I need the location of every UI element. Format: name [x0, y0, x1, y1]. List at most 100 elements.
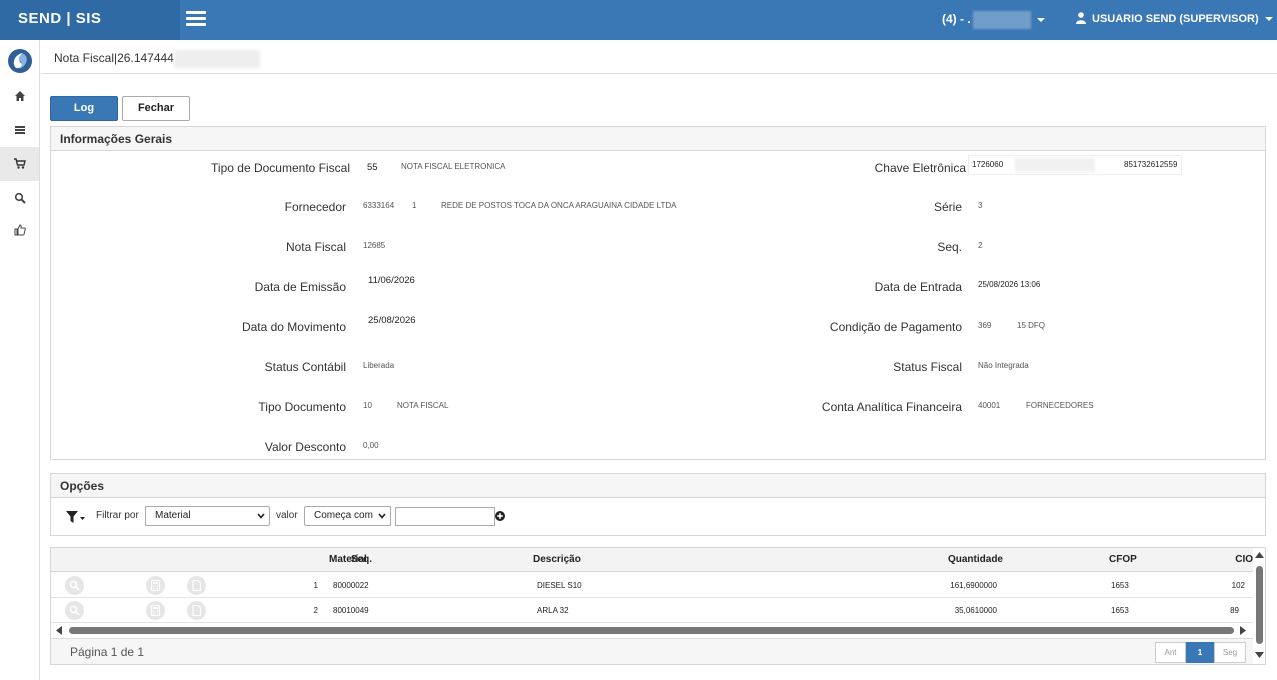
field-label: Seq.: [937, 240, 962, 254]
panel-title: Informações Gerais: [51, 127, 1265, 151]
list-icon[interactable]: [0, 113, 39, 147]
cell-quantidade: 35,0610000: [954, 606, 997, 615]
chevron-down-icon: [1036, 17, 1045, 22]
field-value: 1: [412, 201, 417, 210]
cell-seq: 2: [313, 606, 318, 615]
key-end: 851732612559: [1124, 160, 1178, 169]
field-value: 11/06/2026: [368, 275, 415, 286]
field-value: 369: [978, 321, 992, 330]
calculator-icon[interactable]: [146, 601, 165, 620]
arrow-down-icon[interactable]: [1255, 651, 1264, 659]
chevron-down-icon: [1264, 17, 1273, 22]
app-title[interactable]: SEND | SIS: [0, 0, 180, 40]
field-value: REDE DE POSTOS TOCA DA ONCA ARAGUAINA CI…: [441, 201, 677, 210]
page-info: Página 1 de 1: [70, 645, 145, 659]
field-value: 55: [367, 162, 378, 173]
user-menu[interactable]: USUARIO SEND (SUPERVISOR): [1076, 0, 1273, 40]
panel-title: Opções: [51, 474, 1265, 498]
cart-icon[interactable]: [0, 147, 39, 181]
view-icon[interactable]: [65, 576, 84, 595]
page-1-button[interactable]: 1: [1186, 642, 1214, 663]
sidebar: [0, 40, 40, 680]
arrow-right-icon[interactable]: [1239, 626, 1247, 635]
filter-by-label: Filtrar por: [96, 510, 139, 521]
grid-footer: Página 1 de 1 Ant 1 Seg: [51, 638, 1253, 664]
cell-descricao: DIESEL S10: [537, 581, 582, 590]
cell-descricao: ARLA 32: [537, 606, 569, 615]
grid-header: Seq. Material Descrição Quantidade CFOP …: [51, 548, 1253, 572]
document-icon[interactable]: [187, 601, 206, 620]
field-value: 15 DFQ: [1017, 321, 1046, 330]
prev-page-button[interactable]: Ant: [1155, 642, 1186, 663]
table-row[interactable]: 1 80000022 DIESEL S10 161,6900000 1653 1…: [51, 573, 1253, 598]
page-title-redacted: [173, 49, 260, 68]
field-label: Série: [933, 200, 962, 214]
field-value: 2: [978, 241, 983, 250]
table-row[interactable]: 2 80010049 ARLA 32 35,0610000 1653 89: [51, 598, 1253, 623]
filter-value-input[interactable]: [395, 507, 495, 526]
field-value: Não Integrada: [978, 361, 1029, 370]
field-label: Data de Emissão: [254, 280, 346, 294]
company-name-redacted: [972, 10, 1031, 29]
view-icon[interactable]: [65, 601, 84, 620]
cell-material: 80000022: [333, 581, 369, 590]
electronic-key-value: 1726060 851732612559: [968, 155, 1182, 175]
column-header-quantidade[interactable]: Quantidade: [948, 548, 1003, 572]
scrollbar-thumb[interactable]: [1256, 566, 1263, 644]
value-label: valor: [276, 510, 298, 521]
field-value: NOTA FISCAL: [397, 401, 449, 410]
filter-field-value: Material: [155, 510, 191, 521]
column-header-cfop[interactable]: CFOP: [1109, 548, 1137, 572]
cell-seq: 1: [313, 581, 318, 590]
field-value: 6333164: [363, 201, 395, 210]
scrollbar-thumb[interactable]: [69, 627, 1234, 634]
field-label: Tipo Documento: [258, 400, 346, 414]
log-button[interactable]: Log: [50, 96, 118, 121]
search-icon[interactable]: [0, 181, 39, 215]
document-icon[interactable]: [187, 576, 206, 595]
field-label: Condição de Pagamento: [829, 320, 962, 334]
field-label: Chave Eletrônica: [874, 161, 966, 175]
next-page-button[interactable]: Seg: [1214, 642, 1246, 663]
thumbs-up-icon[interactable]: [0, 213, 39, 247]
field-label: Conta Analítica Financeira: [821, 400, 962, 414]
user-icon: [1076, 12, 1086, 25]
chevron-down-icon: [378, 513, 386, 519]
cell-cfop: 1653: [1111, 581, 1129, 590]
column-header-descricao[interactable]: Descrição: [533, 548, 581, 572]
field-label: Data de Entrada: [874, 280, 962, 294]
page-title-text: Nota Fiscal|26.147444: [54, 51, 174, 65]
field-value: 0,00: [363, 441, 379, 450]
user-name: USUARIO SEND (SUPERVISOR): [1092, 13, 1259, 25]
filter-field-select[interactable]: Material: [145, 506, 270, 526]
options-panel: Opções: [50, 473, 1266, 536]
field-label: Data do Movimento: [241, 320, 346, 334]
operator-select[interactable]: Começa com: [304, 506, 391, 526]
close-button[interactable]: Fechar: [122, 96, 190, 121]
home-icon[interactable]: [0, 79, 39, 113]
logo-icon[interactable]: [7, 48, 33, 74]
chevron-down-icon: [257, 513, 265, 519]
column-header-cio[interactable]: CIO: [1235, 548, 1253, 572]
company-selector[interactable]: (4) - .: [942, 0, 1045, 40]
field-label: Status Contábil: [264, 360, 346, 374]
vertical-scrollbar[interactable]: [1254, 548, 1265, 662]
field-label: Nota Fiscal: [285, 240, 346, 254]
key-redacted: [1015, 158, 1095, 172]
items-grid: Seq. Material Descrição Quantidade CFOP …: [50, 547, 1266, 665]
page-title: Nota Fiscal|26.147444: [41, 40, 1277, 74]
field-label: Valor Desconto: [264, 440, 346, 454]
menu-toggle-icon[interactable]: [186, 11, 206, 27]
horizontal-scrollbar[interactable]: [53, 625, 1251, 636]
arrow-up-icon[interactable]: [1255, 551, 1264, 559]
key-start: 1726060: [972, 160, 1004, 169]
field-value: 25/08/2026: [368, 315, 416, 326]
company-label: (4) - .: [942, 12, 971, 26]
field-value: FORNECEDORES: [1026, 401, 1094, 410]
arrow-left-icon[interactable]: [55, 626, 63, 635]
column-header-material[interactable]: Material: [329, 548, 367, 572]
filter-icon[interactable]: [65, 510, 87, 524]
field-value: 25/08/2026 13:06: [978, 280, 1041, 289]
calculator-icon[interactable]: [146, 576, 165, 595]
add-filter-icon[interactable]: [495, 511, 505, 521]
